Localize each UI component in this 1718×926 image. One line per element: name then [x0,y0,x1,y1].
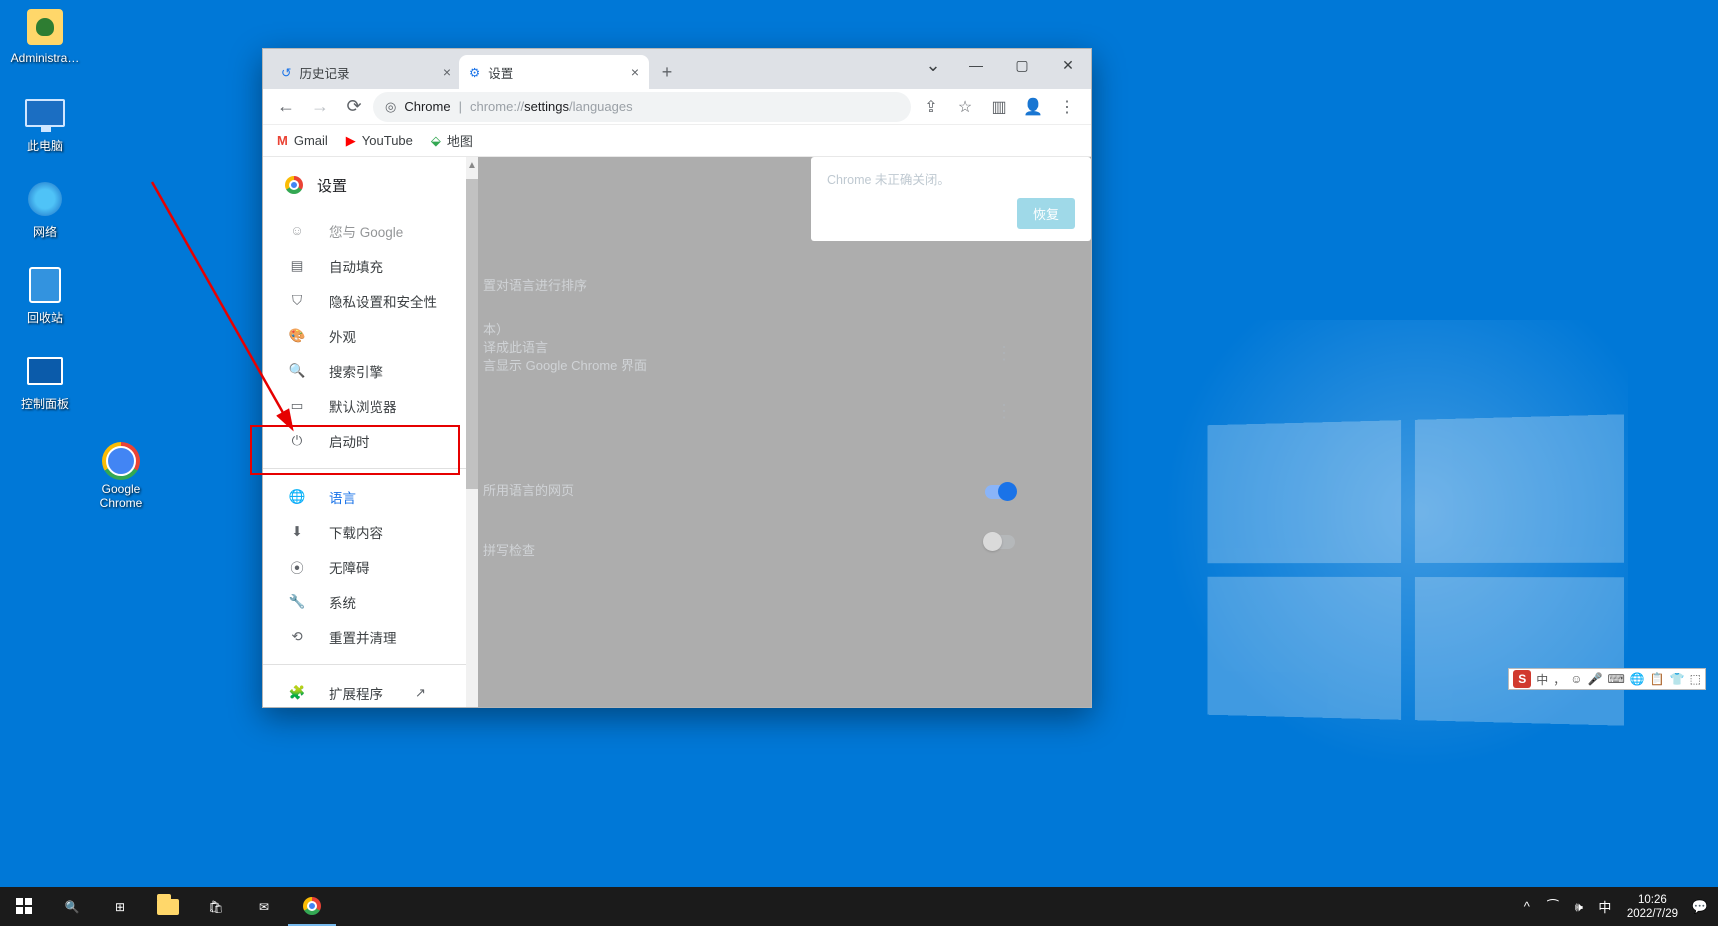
sidebar-item-search[interactable]: 🔍搜索引擎 [263,353,478,388]
external-link-icon: ↗ [415,685,426,701]
sidebar-item-system[interactable]: 🔧系统 [263,584,478,619]
a11y-icon: ⦿ [287,557,307,577]
task-view-button[interactable]: ⊞ [96,887,144,926]
close-tab-icon[interactable]: × [443,64,451,80]
sidebar-item-downloads[interactable]: ⬇下载内容 [263,514,478,549]
tab-settings[interactable]: ⚙ 设置 × [459,55,649,89]
sidebar-item-startup[interactable]: ⏻启动时 [263,423,478,458]
autofill-icon: ▤ [287,258,307,274]
translate-row: 所用语言的网页 [483,480,574,499]
restore-popup: Chrome 未正确关闭。 恢复 [811,157,1091,241]
taskbar: 🔍 ⊞ 🛍 ✉ ^ ⁀ 🕪 中 10:262022/7/29 💬 [0,887,1718,926]
tab-label: 历史记录 [299,63,349,82]
back-button[interactable]: ← [271,92,301,122]
download-icon: ⬇ [287,524,307,540]
taskbar-clock[interactable]: 10:262022/7/29 [1619,893,1686,921]
language-more-icon[interactable]: ⋮ [995,343,1013,364]
minimize-button[interactable]: — [953,49,999,81]
desktop-icon-admin[interactable]: Administra… [6,6,84,80]
toolbar: ← → ⟳ ◎ Chrome | chrome://settings/langu… [263,89,1091,125]
person-icon: ☺ [287,223,307,238]
new-tab-button[interactable]: + [653,58,681,86]
language-translate-note: 译成此语言 [483,337,548,356]
chrome-window: ↺ 历史记录 × ⚙ 设置 × + ⌄ — ▢ ✕ ← → ⟳ [262,48,1092,708]
settings-title: 设置 [263,157,478,213]
ime-logo-icon: S [1513,670,1531,688]
desktop-icon-control-panel[interactable]: 控制面板 [6,350,84,424]
popup-message: Chrome 未正确关闭。 [827,169,1075,188]
menu-icon[interactable]: ⋮ [1051,92,1083,122]
chrome-taskbar-button[interactable] [288,887,336,926]
tab-history[interactable]: ↺ 历史记录 × [271,55,461,89]
tray-expand-icon[interactable]: ^ [1515,887,1539,926]
desktop-icon-recycle[interactable]: 回收站 [6,264,84,338]
start-button[interactable] [0,887,48,926]
wrench-icon: 🔧 [287,594,307,610]
browser-icon: ▭ [287,398,307,414]
language-order-header: 置对语言进行排序 [483,275,587,294]
explorer-button[interactable] [144,887,192,926]
desktop-icon-this-pc[interactable]: 此电脑 [6,92,84,166]
reset-icon: ⟲ [287,629,307,645]
desktop-icon-network[interactable]: 网络 [6,178,84,252]
globe-icon: 🌐 [287,489,307,505]
spellcheck-toggle[interactable] [985,535,1015,549]
bookmarks-bar: MGmail ▶YouTube ⬙地图 [263,125,1091,157]
ime-toolbar[interactable]: S 中，☺🎤⌨🌐📋👕⬚ [1508,668,1706,690]
sidebar-item-a11y[interactable]: ⦿无障碍 [263,549,478,584]
title-bar: ↺ 历史记录 × ⚙ 设置 × + ⌄ — ▢ ✕ [263,49,1091,89]
forward-button[interactable]: → [305,92,335,122]
profile-icon[interactable]: 👤 [1017,92,1049,122]
gear-icon: ⚙ [469,65,480,80]
close-button[interactable]: ✕ [1045,49,1091,81]
sidebar-item-appearance[interactable]: 🎨外观 [263,318,478,353]
sidebar-item-language[interactable]: 🌐语言 [263,479,478,514]
reload-button[interactable]: ⟳ [339,92,369,122]
share-icon[interactable]: ⇪ [915,92,947,122]
language-item: 本） [483,319,509,338]
history-icon: ↺ [281,65,291,80]
settings-sidebar: 设置 ☺您与 Google ▤自动填充 ⛉隐私设置和安全性 🎨外观 🔍搜索引擎 … [263,157,478,707]
tab-label: 设置 [488,63,513,82]
tray-volume-icon[interactable]: 🕪 [1567,887,1591,926]
extension-icon: 🧩 [287,685,307,701]
palette-icon: 🎨 [287,328,307,344]
desktop-icon-chrome[interactable]: Google Chrome [82,440,160,514]
sidebar-item-privacy[interactable]: ⛉隐私设置和安全性 [263,283,478,318]
sidebar-item-reset[interactable]: ⟲重置并清理 [263,619,478,654]
address-bar[interactable]: ◎ Chrome | chrome://settings/languages [373,92,911,122]
bookmark-youtube[interactable]: ▶YouTube [346,133,413,149]
search-icon: 🔍 [287,363,307,379]
chrome-icon: ◎ [385,99,396,115]
restore-button[interactable]: 恢复 [1017,198,1075,229]
language-ui-note: 言显示 Google Chrome 界面 [483,355,647,374]
bookmark-gmail[interactable]: MGmail [277,133,328,148]
action-center-icon[interactable]: 💬 [1688,887,1712,926]
desktop-icons: Administra… 此电脑 网络 回收站 控制面板 [6,6,84,424]
sidebar-item-autofill[interactable]: ▤自动填充 [263,248,478,283]
mail-button[interactable]: ✉ [240,887,288,926]
sidebar-item-extensions[interactable]: 🧩扩展程序↗ [263,675,478,707]
chrome-logo-icon [285,176,303,194]
language-more-icon[interactable]: ⋮ [995,401,1013,422]
side-panel-icon[interactable]: ▥ [983,92,1015,122]
sidebar-item-you-google[interactable]: ☺您与 Google [263,213,478,248]
tray-ime-icon[interactable]: 中 [1593,887,1617,926]
bookmark-icon[interactable]: ☆ [949,92,981,122]
settings-content: Chrome 未正确关闭。 恢复 置对语言进行排序 本） 译成此语言 言显示 G… [478,157,1091,707]
power-icon: ⏻ [287,433,307,449]
tab-search-icon[interactable]: ⌄ [913,49,953,81]
search-button[interactable]: 🔍 [48,887,96,926]
close-tab-icon[interactable]: × [631,64,639,80]
shield-icon: ⛉ [287,293,307,309]
sidebar-item-default-browser[interactable]: ▭默认浏览器 [263,388,478,423]
store-button[interactable]: 🛍 [192,887,240,926]
spellcheck-row: 拼写检查 [483,540,535,559]
bookmark-maps[interactable]: ⬙地图 [431,131,473,150]
maximize-button[interactable]: ▢ [999,49,1045,81]
translate-toggle[interactable] [985,485,1015,499]
tray-network-icon[interactable]: ⁀ [1541,887,1565,926]
